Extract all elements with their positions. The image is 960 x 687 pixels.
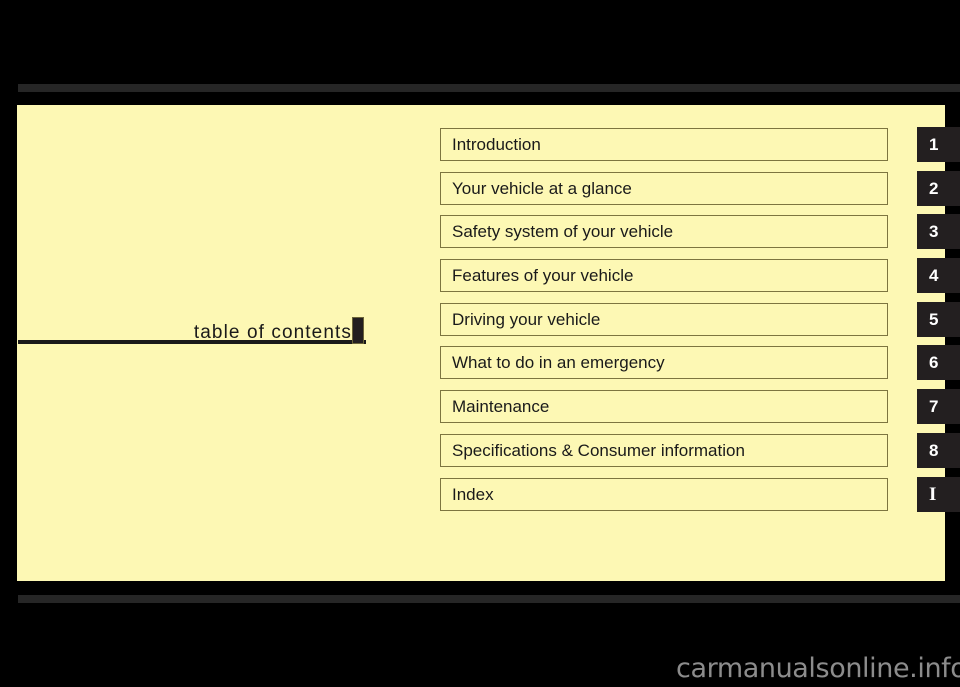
toc-entry-label: Driving your vehicle <box>452 309 601 329</box>
list-item[interactable]: What to do in an emergency 6 <box>440 343 960 387</box>
list-item[interactable]: Your vehicle at a glance 2 <box>440 169 960 213</box>
chapter-tab[interactable]: 1 <box>917 127 960 162</box>
toc-entry-label: Your vehicle at a glance <box>452 178 632 198</box>
toc-entry-box[interactable]: Maintenance <box>440 390 888 424</box>
toc-entry-box[interactable]: Introduction <box>440 128 888 161</box>
content-panel: table of contents Introduction 1 Your ve… <box>17 105 960 581</box>
list-item[interactable]: Specifications & Consumer information 8 <box>440 431 960 475</box>
chapter-tab-number: I <box>929 483 937 505</box>
toc-entry-box[interactable]: Features of your vehicle <box>440 259 888 293</box>
toc-entry-label: Specifications & Consumer information <box>452 440 745 460</box>
title-underline <box>18 340 366 344</box>
list-item[interactable]: Features of your vehicle 4 <box>440 256 960 300</box>
table-of-contents-list: Introduction 1 Your vehicle at a glance … <box>440 125 960 519</box>
list-item[interactable]: Index I <box>440 475 960 519</box>
toc-entry-label: Safety system of your vehicle <box>452 222 674 242</box>
chapter-tab-number: 6 <box>929 353 939 373</box>
toc-entry-box[interactable]: Driving your vehicle <box>440 302 888 336</box>
page-root: table of contents Introduction 1 Your ve… <box>0 0 960 687</box>
toc-entry-label: What to do in an emergency <box>452 353 665 373</box>
chapter-tab[interactable]: 2 <box>917 170 960 206</box>
list-item[interactable]: Introduction 1 <box>440 125 960 169</box>
toc-entry-label: Index <box>452 484 494 504</box>
chapter-tab[interactable]: 8 <box>917 432 960 468</box>
toc-entry-label: Features of your vehicle <box>452 266 634 286</box>
chapter-tab-number: 7 <box>929 397 939 417</box>
toc-entry-label: Introduction <box>452 135 541 154</box>
chapter-tab-number: 3 <box>929 222 939 242</box>
toc-entry-label: Maintenance <box>452 397 550 417</box>
toc-entry-box[interactable]: Your vehicle at a glance <box>440 171 888 205</box>
chapter-tab[interactable]: 3 <box>917 214 960 250</box>
chapter-tab[interactable]: I <box>917 476 960 512</box>
chapter-tab-number: 1 <box>929 135 939 154</box>
chapter-tab[interactable]: 7 <box>917 389 960 425</box>
chapter-tab[interactable]: 4 <box>917 258 960 294</box>
chapter-tab[interactable]: 5 <box>917 301 960 337</box>
watermark: carmanualsonline.info <box>676 653 960 684</box>
list-item[interactable]: Driving your vehicle 5 <box>440 300 960 344</box>
top-rule <box>18 84 960 92</box>
title-end-marker <box>352 317 364 344</box>
bottom-rule <box>18 595 960 603</box>
toc-entry-box[interactable]: Specifications & Consumer information <box>440 433 888 467</box>
list-item[interactable]: Maintenance 7 <box>440 387 960 431</box>
chapter-tab-number: 2 <box>929 178 939 198</box>
toc-entry-box[interactable]: What to do in an emergency <box>440 346 888 380</box>
chapter-tab-number: 4 <box>929 266 939 286</box>
toc-entry-box[interactable]: Safety system of your vehicle <box>440 215 888 249</box>
toc-entry-box[interactable]: Index <box>440 477 888 511</box>
chapter-tab[interactable]: 6 <box>917 345 960 381</box>
list-item[interactable]: Safety system of your vehicle 3 <box>440 212 960 256</box>
chapter-tab-number: 5 <box>929 309 939 329</box>
chapter-tab-number: 8 <box>929 440 939 460</box>
